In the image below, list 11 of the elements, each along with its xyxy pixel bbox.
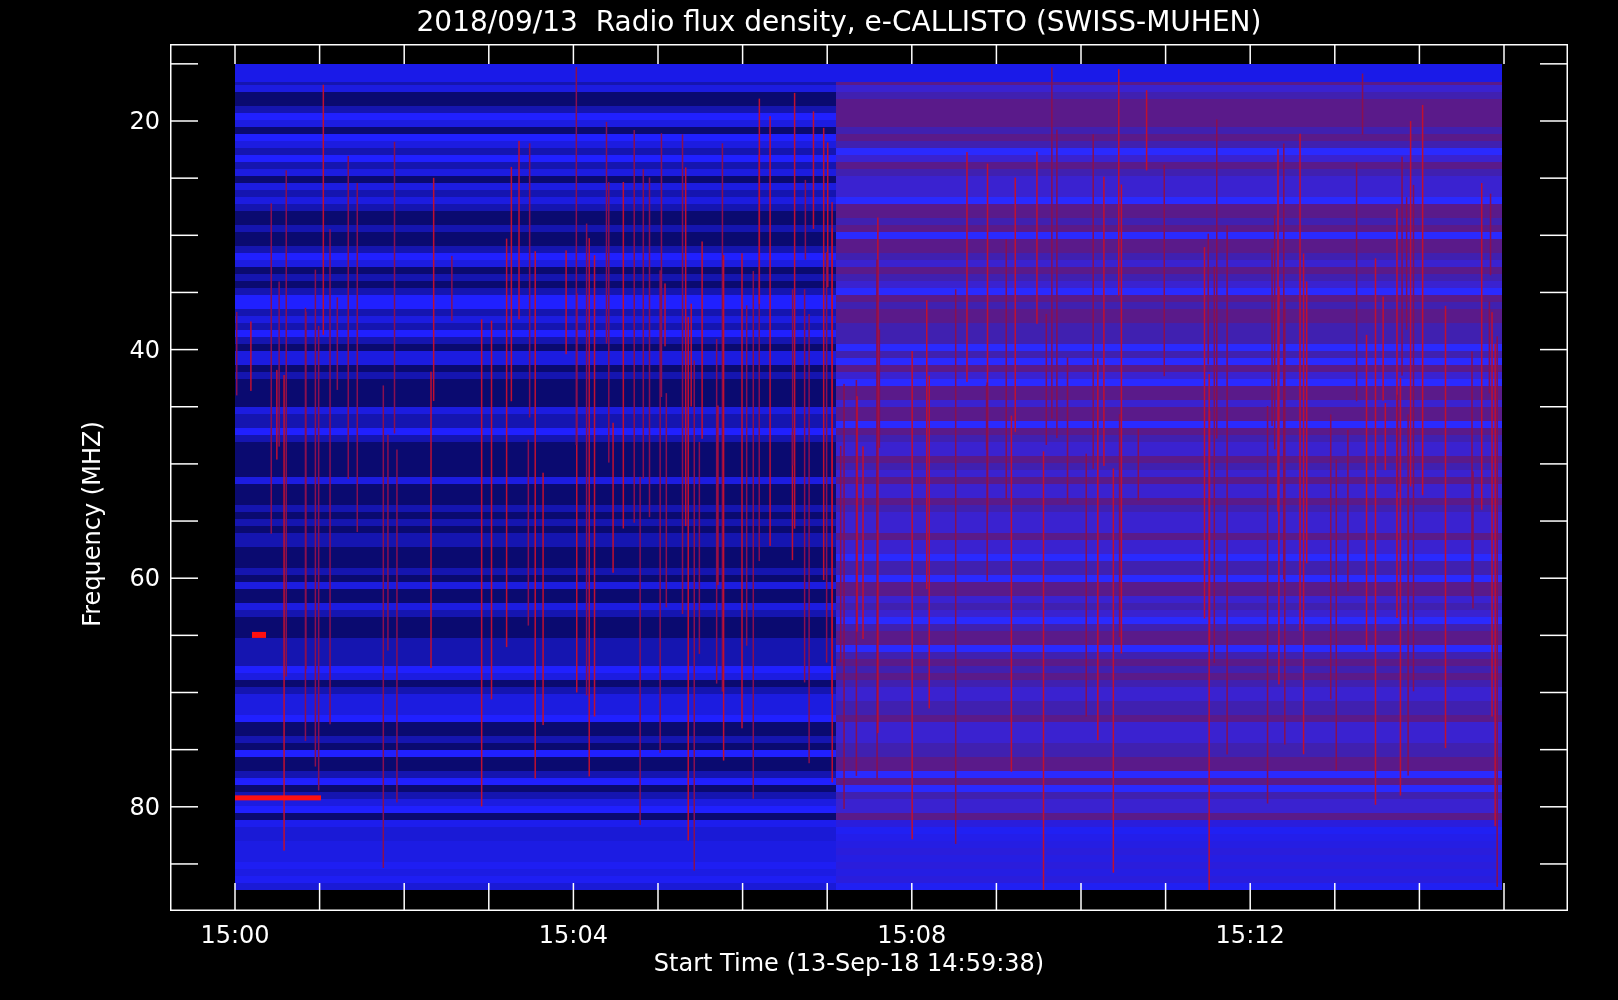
x-tick-label: 15:12 bbox=[1215, 923, 1285, 947]
y-tick-label: 40 bbox=[129, 337, 160, 362]
x-tick-label: 15:00 bbox=[200, 923, 270, 947]
x-tick-label: 15:08 bbox=[877, 923, 947, 947]
y-tick-label: 80 bbox=[129, 794, 160, 819]
x-axis-label: Start Time (13-Sep-18 14:59:38) bbox=[653, 951, 1045, 975]
y-axis-label: Frequency (MHZ) bbox=[80, 421, 104, 627]
y-tick-label: 60 bbox=[129, 566, 160, 591]
y-tick-label: 20 bbox=[129, 109, 160, 133]
chart-title: 2018/09/13 Radio flux density, e-CALLISTO (SWISS-MUHEN) bbox=[416, 8, 1262, 36]
x-tick-label: 15:04 bbox=[538, 923, 608, 947]
